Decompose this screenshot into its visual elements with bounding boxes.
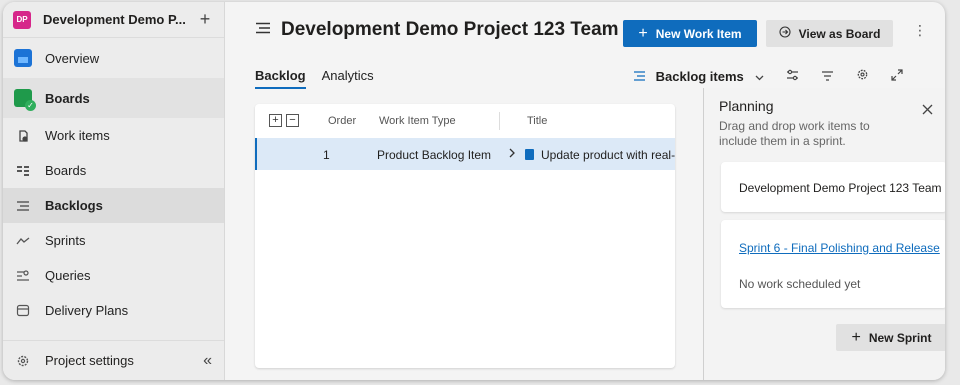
collapse-sidebar-button[interactable]: « <box>203 352 212 370</box>
sidebar-item-label: Boards <box>45 90 90 106</box>
backlog-grid: + − Order Work Item Type Title 1 Product… <box>255 104 675 368</box>
team-backlog-card[interactable]: Development Demo Project 123 Team <box>721 162 945 212</box>
project-settings-link[interactable]: Project settings « <box>3 340 224 380</box>
planning-title: Planning <box>719 98 774 114</box>
row-work-item-type: Product Backlog Item <box>377 148 492 162</box>
column-divider[interactable] <box>499 112 500 130</box>
arrow-circle-icon <box>779 26 791 41</box>
sidebar-item-queries[interactable]: Queries <box>3 258 224 293</box>
queries-icon <box>13 266 33 286</box>
tab-analytics[interactable]: Analytics <box>322 68 374 89</box>
chevron-down-icon <box>755 69 764 84</box>
more-options-icon[interactable]: ⋮ <box>913 22 927 39</box>
settings-gear-icon[interactable] <box>856 68 869 84</box>
new-work-item-label: New Work Item <box>655 26 742 41</box>
gear-icon <box>13 354 33 368</box>
table-row[interactable]: 1 Product Backlog Item Update product wi… <box>255 138 675 170</box>
sidebar-item-label: Delivery Plans <box>45 303 129 318</box>
project-avatar: DP <box>13 10 31 29</box>
column-header-title[interactable]: Title <box>527 115 547 127</box>
planning-subtitle: Drag and drop work items to include them… <box>719 119 870 148</box>
expand-collapse-controls: + − <box>269 114 303 127</box>
plus-icon: + <box>851 328 861 346</box>
no-work-text: No work scheduled yet <box>739 277 861 291</box>
overview-icon <box>13 48 33 68</box>
sidebar-item-overview[interactable]: Overview <box>3 38 224 78</box>
new-sprint-button[interactable]: + New Sprint <box>836 324 945 351</box>
expand-row-chevron-icon[interactable] <box>509 147 516 161</box>
backlog-icon <box>13 196 33 216</box>
column-header-work-item-type[interactable]: Work Item Type <box>379 115 456 127</box>
project-settings-label: Project settings <box>45 353 134 368</box>
sidebar-item-label: Work items <box>45 128 110 143</box>
boards-icon <box>13 88 36 111</box>
expand-all-button[interactable]: + <box>269 114 282 127</box>
new-sprint-label: New Sprint <box>868 330 932 345</box>
sidebar-item-label: Overview <box>45 50 100 66</box>
project-name: Development Demo P... <box>43 12 186 27</box>
main-content: Development Demo Project 123 Team + New … <box>225 2 945 380</box>
sidebar-item-delivery-plans[interactable]: Delivery Plans <box>3 293 224 328</box>
add-project-button[interactable]: + <box>196 9 214 30</box>
plus-icon: + <box>638 24 648 42</box>
backlog-level-selector[interactable]: Backlog items <box>633 69 764 84</box>
expand-fullscreen-icon[interactable] <box>891 68 904 84</box>
grid-header: + − Order Work Item Type Title <box>255 104 675 138</box>
product-backlog-item-icon <box>525 149 534 160</box>
row-order: 1 <box>323 148 330 162</box>
sidebar-item-boards[interactable]: Boards <box>3 153 224 188</box>
sprint-card[interactable]: Sprint 6 - Final Polishing and Release N… <box>721 220 945 308</box>
team-title[interactable]: Development Demo Project 123 Team <box>281 19 619 41</box>
kanban-icon <box>13 161 33 181</box>
view-options-icon[interactable] <box>786 69 799 84</box>
filter-icon[interactable] <box>821 69 834 84</box>
sidebar-item-label: Queries <box>45 268 91 283</box>
backlog-level-label: Backlog items <box>655 68 744 84</box>
sidebar-item-label: Boards <box>45 163 87 178</box>
backlog-list-icon <box>633 69 650 84</box>
app-window: DP Development Demo P... + Overview Boar… <box>3 2 945 380</box>
tab-bar: Backlog Analytics <box>255 68 390 89</box>
new-work-item-button[interactable]: + New Work Item <box>623 20 757 47</box>
sidebar-item-work-items[interactable]: Work items <box>3 118 224 153</box>
sprint-link[interactable]: Sprint 6 - Final Polishing and Release <box>739 241 940 255</box>
page-header: Development Demo Project 123 Team <box>255 19 636 41</box>
project-switcher[interactable]: DP Development Demo P... + <box>3 2 224 38</box>
row-title[interactable]: Update product with real- <box>541 148 675 162</box>
sidebar-item-backlogs[interactable]: Backlogs <box>3 188 224 223</box>
backlog-menu-icon <box>255 21 271 39</box>
backlog-toolbar: Backlog items <box>633 68 925 84</box>
view-as-board-button[interactable]: View as Board <box>766 20 893 47</box>
delivery-plans-icon <box>13 301 33 321</box>
column-header-order[interactable]: Order <box>328 115 356 127</box>
close-icon[interactable] <box>922 102 933 118</box>
sidebar-item-label: Backlogs <box>45 198 103 213</box>
view-as-board-label: View as Board <box>798 26 881 41</box>
planning-pane: Planning Drag and drop work items to inc… <box>703 88 945 380</box>
sidebar-item-sprints[interactable]: Sprints <box>3 223 224 258</box>
collapse-all-button[interactable]: − <box>286 114 299 127</box>
work-items-icon <box>13 126 33 146</box>
sidebar: DP Development Demo P... + Overview Boar… <box>3 2 225 380</box>
tab-backlog[interactable]: Backlog <box>255 68 306 89</box>
team-backlog-label: Development Demo Project 123 Team <box>739 181 942 195</box>
sidebar-item-label: Sprints <box>45 233 86 248</box>
sprints-icon <box>13 231 33 251</box>
sidebar-item-boards-hub[interactable]: Boards <box>3 78 224 118</box>
